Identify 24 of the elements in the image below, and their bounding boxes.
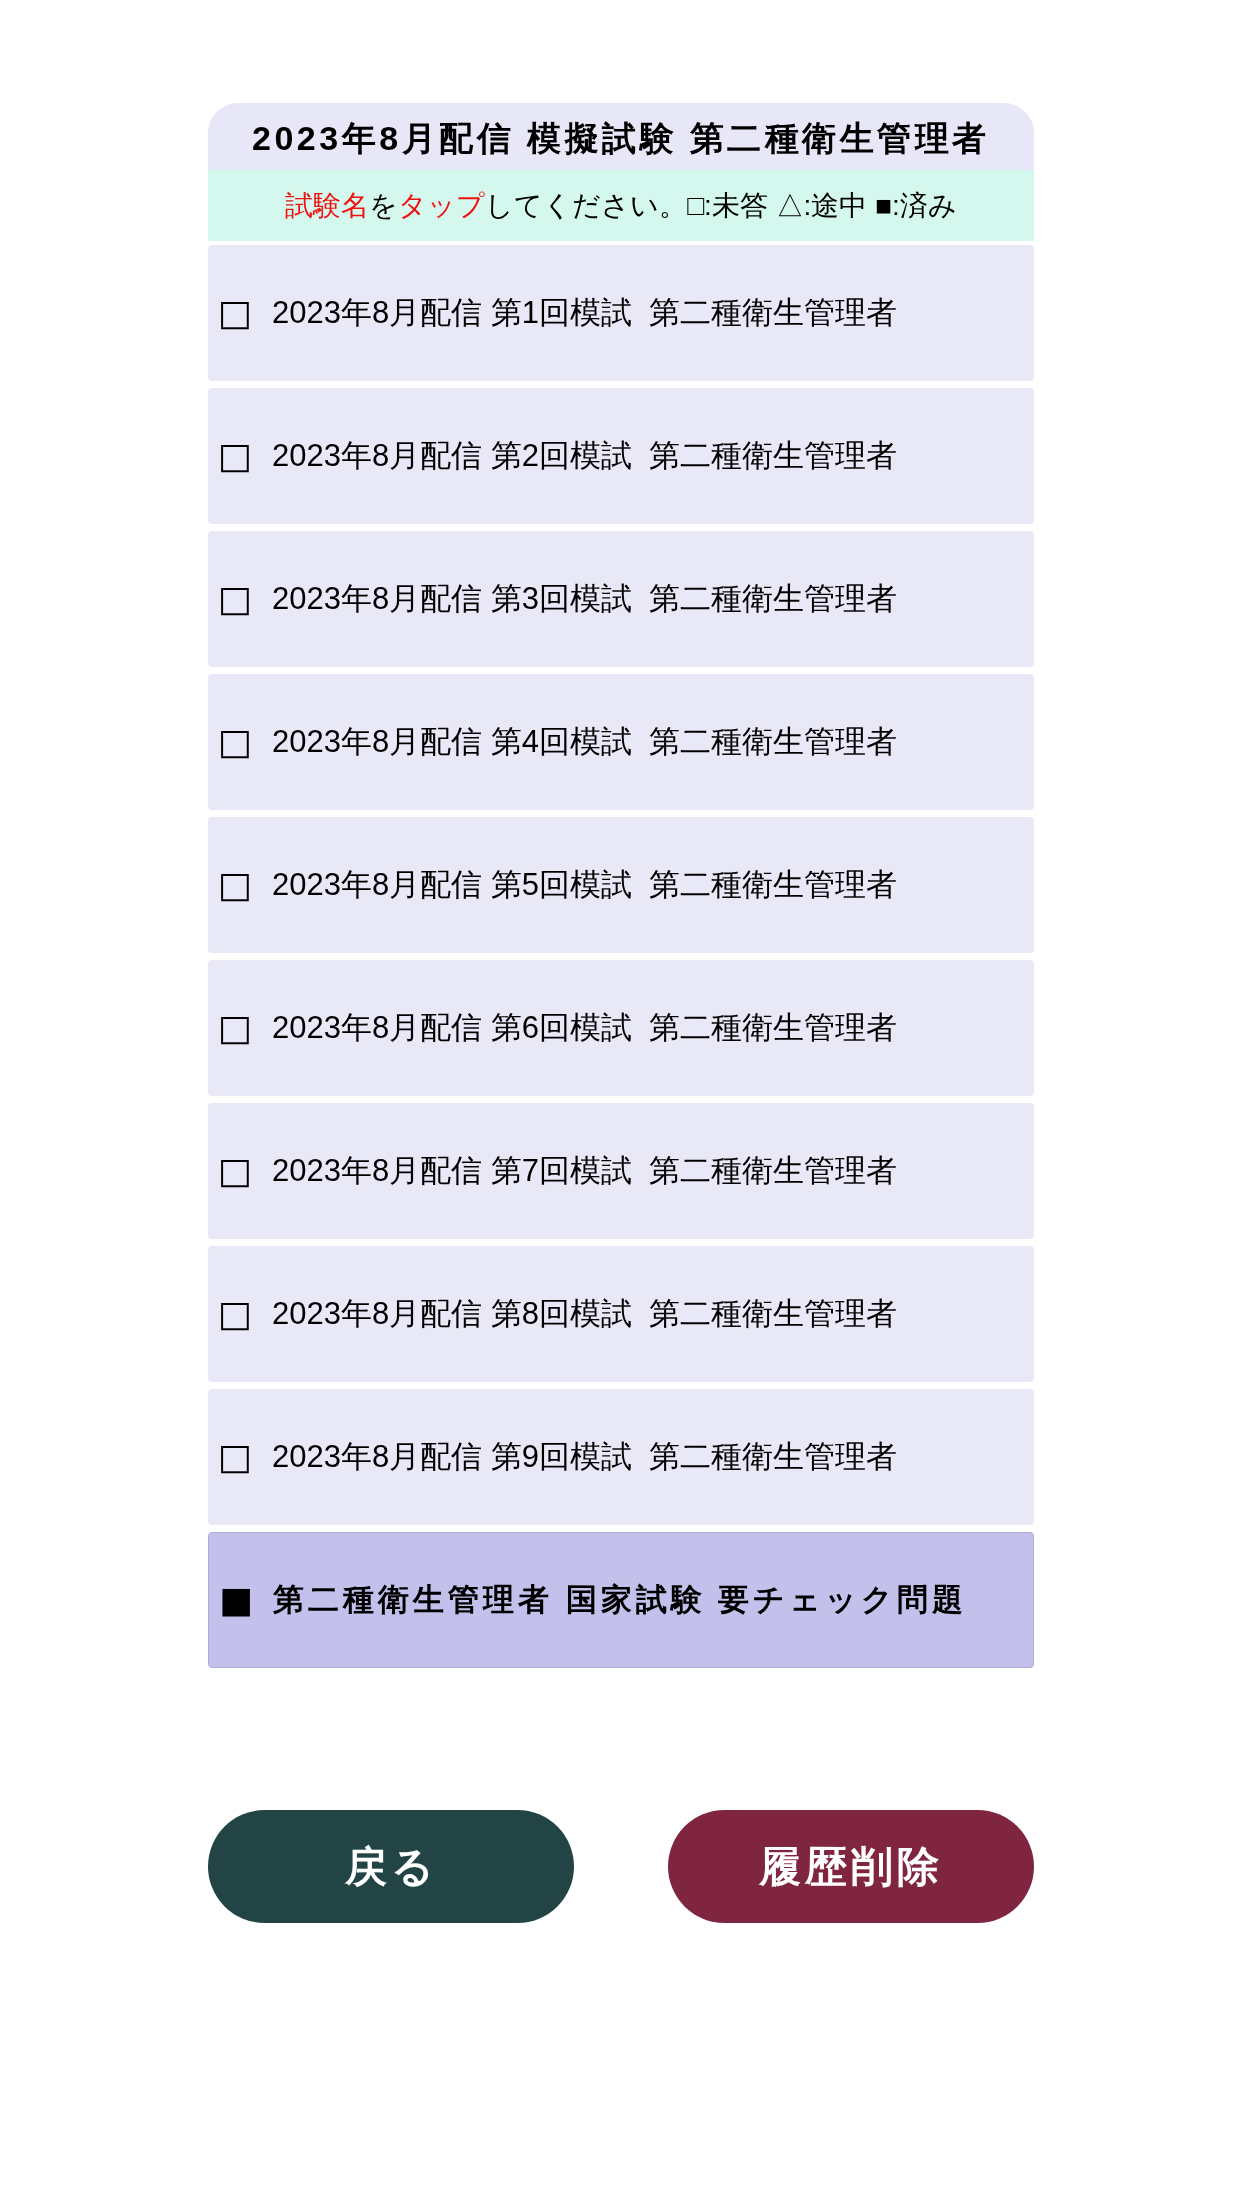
instruction-text: 試験名 を タップ してください。□:未答 △:途中 ■:済み: [285, 188, 957, 223]
status-mark: □: [218, 1153, 252, 1189]
status-mark: □: [218, 581, 252, 617]
delete-history-button[interactable]: 履歴削除: [668, 1810, 1034, 1923]
status-mark: □: [218, 1010, 252, 1046]
status-mark: □: [218, 295, 252, 331]
exam-list-item[interactable]: □ 2023年8月配信 第6回模試 第二種衛生管理者: [208, 960, 1034, 1096]
review-list-item[interactable]: ■ 第二種衛生管理者 国家試験 要チェック問題: [208, 1532, 1034, 1668]
exam-list-item[interactable]: □ 2023年8月配信 第8回模試 第二種衛生管理者: [208, 1246, 1034, 1382]
exam-list-item[interactable]: □ 2023年8月配信 第7回模試 第二種衛生管理者: [208, 1103, 1034, 1239]
exam-list-item[interactable]: □ 2023年8月配信 第3回模試 第二種衛生管理者: [208, 531, 1034, 667]
status-mark: □: [218, 724, 252, 760]
status-mark: □: [218, 867, 252, 903]
status-mark: ■: [219, 1582, 253, 1618]
exam-list-item[interactable]: □ 2023年8月配信 第2回模試 第二種衛生管理者: [208, 388, 1034, 524]
exam-list-item[interactable]: □ 2023年8月配信 第5回模試 第二種衛生管理者: [208, 817, 1034, 953]
back-button[interactable]: 戻る: [208, 1810, 574, 1923]
exam-list-item[interactable]: □ 2023年8月配信 第9回模試 第二種衛生管理者: [208, 1389, 1034, 1525]
exam-list-item[interactable]: □ 2023年8月配信 第4回模試 第二種衛生管理者: [208, 674, 1034, 810]
status-mark: □: [218, 1439, 252, 1475]
page-title: 2023年8月配信 模擬試験 第二種衛生管理者: [208, 103, 1034, 170]
status-mark: □: [218, 1296, 252, 1332]
exam-list-item[interactable]: □ 2023年8月配信 第1回模試 第二種衛生管理者: [208, 245, 1034, 381]
status-mark: □: [218, 438, 252, 474]
